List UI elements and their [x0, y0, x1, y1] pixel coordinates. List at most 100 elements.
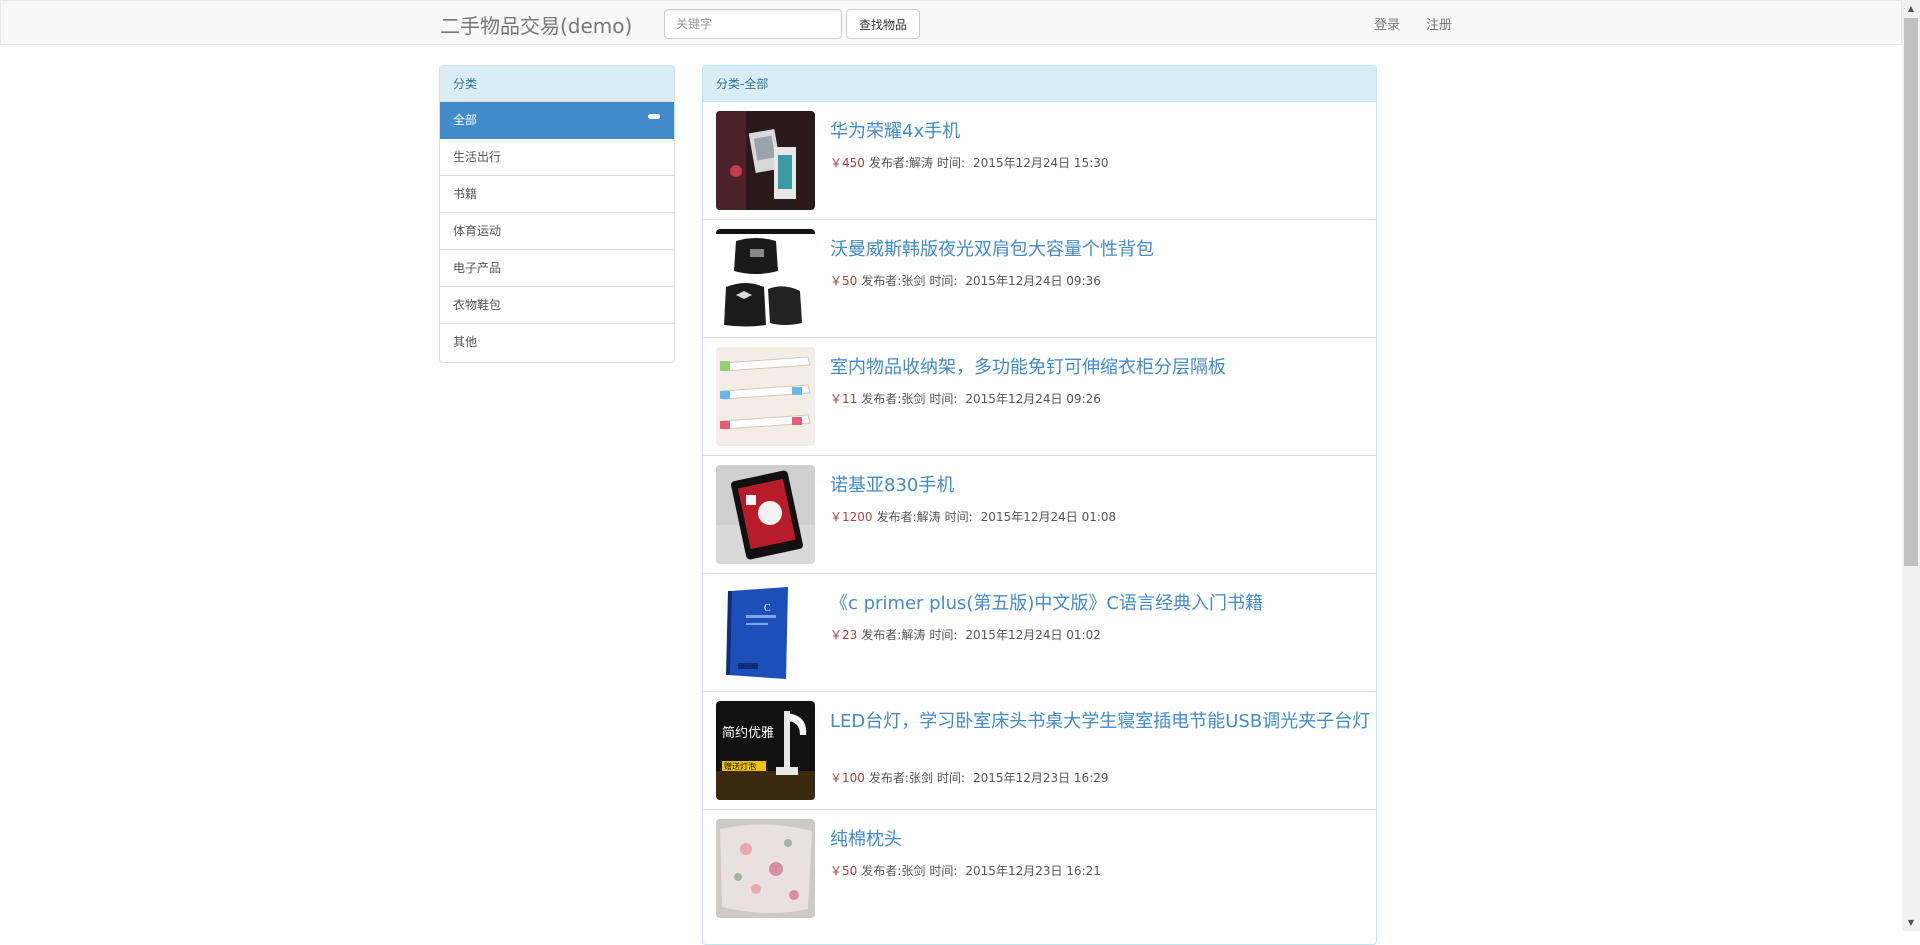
- login-link[interactable]: 登录: [1374, 14, 1400, 33]
- category-item-label: 其他: [453, 335, 478, 349]
- book-photo-icon[interactable]: C: [716, 583, 815, 682]
- item-title-link[interactable]: 华为荣耀4x手机: [830, 119, 1375, 144]
- item-price: 11: [842, 392, 858, 406]
- category-item-label: 生活出行: [453, 150, 502, 164]
- category-item-books[interactable]: 书籍: [440, 176, 674, 213]
- category-sidebar: 分类 全部 生活出行 书籍 体育运动 电子产品 衣物鞋包 其他: [439, 65, 675, 363]
- publisher-label: 发布者:: [861, 274, 902, 288]
- item-price: 100: [842, 771, 865, 785]
- item-time: 2015年12月24日 09:36: [965, 274, 1101, 288]
- time-label: 时间:: [944, 510, 973, 524]
- search-input[interactable]: [664, 9, 842, 39]
- item-time: 2015年12月23日 16:29: [973, 771, 1109, 785]
- item-title-link[interactable]: 纯棉枕头: [830, 827, 1375, 852]
- scroll-down-arrow-icon[interactable]: ▼: [1902, 914, 1920, 931]
- item-price: 50: [842, 274, 858, 288]
- category-item-electronics[interactable]: 电子产品: [440, 250, 674, 287]
- phone-photo-icon[interactable]: [716, 465, 815, 564]
- category-item-sports[interactable]: 体育运动: [440, 213, 674, 250]
- category-item-all[interactable]: 全部: [440, 102, 674, 139]
- phone-photo-icon[interactable]: [716, 111, 815, 210]
- item-time: 2015年12月24日 09:26: [965, 392, 1101, 406]
- time-label: 时间:: [936, 156, 966, 170]
- shelf-photo-icon[interactable]: [716, 347, 815, 446]
- time-label: 时间:: [936, 771, 966, 785]
- item-publisher: 张剑: [901, 274, 926, 288]
- currency-symbol: ￥: [830, 274, 843, 288]
- category-item-travel[interactable]: 生活出行: [440, 139, 674, 176]
- search-button[interactable]: 查找物品: [846, 9, 920, 39]
- time-label: 时间:: [929, 628, 958, 642]
- top-navbar: 二手物品交易(demo) 查找物品 登录 注册: [0, 0, 1902, 45]
- item-time: 2015年12月24日 15:30: [973, 156, 1109, 170]
- category-item-label: 衣物鞋包: [453, 298, 502, 312]
- item-meta: ￥1200 发布者:解涛 时间: 2015年12月24日 01:08: [830, 508, 1116, 525]
- backpack-photo-icon[interactable]: [716, 229, 815, 328]
- publisher-label: 发布者:: [861, 392, 902, 406]
- item-time: 2015年12月24日 01:02: [965, 628, 1101, 642]
- publisher-label: 发布者:: [861, 628, 902, 642]
- lamp-ad-text: 赠送灯泡: [724, 761, 756, 771]
- item-list-panel: 分类-全部 华为荣耀4x手机 ￥450 发布者:解涛 时间: 2015年12月24日 …: [702, 65, 1377, 945]
- item-meta: ￥23 发布者:解涛 时间: 2015年12月24日 01:02: [830, 626, 1101, 643]
- list-item: 华为荣耀4x手机 ￥450 发布者:解涛 时间: 2015年12月24日 15:30: [703, 102, 1376, 220]
- category-item-label: 全部: [453, 113, 478, 127]
- site-brand[interactable]: 二手物品交易(demo): [440, 10, 632, 39]
- item-price: 50: [842, 864, 858, 878]
- category-item-other[interactable]: 其他: [440, 324, 674, 361]
- pillow-photo-icon[interactable]: [716, 819, 815, 918]
- list-item: 沃曼威斯韩版夜光双肩包大容量个性背包 ￥50 发布者:张剑 时间: 2015年12月2…: [703, 220, 1376, 338]
- category-heading: 分类: [440, 66, 674, 102]
- page-scrollbar[interactable]: ▲ ▼: [1902, 0, 1920, 931]
- svg-text:C: C: [764, 603, 771, 614]
- item-meta: ￥450 发布者:解涛 时间: 2015年12月24日 15:30: [830, 154, 1109, 171]
- currency-symbol: ￥: [830, 864, 843, 878]
- publisher-label: 发布者:: [861, 864, 902, 878]
- list-item: C 《c primer plus(第五版)中文版》C语言经典入门书籍 ￥23 发布…: [703, 574, 1376, 692]
- item-meta: ￥11 发布者:张剑 时间: 2015年12月24日 09:26: [830, 390, 1101, 407]
- publisher-label: 发布者:: [868, 771, 909, 785]
- category-item-label: 书籍: [453, 187, 478, 201]
- item-title-link[interactable]: 诺基亚830手机: [830, 473, 1375, 498]
- currency-symbol: ￥: [830, 628, 843, 642]
- time-label: 时间:: [929, 392, 958, 406]
- currency-symbol: ￥: [830, 771, 843, 785]
- item-meta: ￥100 发布者:张剑 时间: 2015年12月23日 16:29: [830, 769, 1109, 786]
- scrollbar-thumb[interactable]: [1904, 18, 1918, 566]
- item-publisher: 解涛: [916, 510, 941, 524]
- publisher-label: 发布者:: [868, 156, 909, 170]
- category-item-label: 体育运动: [453, 224, 502, 238]
- category-item-clothing[interactable]: 衣物鞋包: [440, 287, 674, 324]
- currency-symbol: ￥: [830, 510, 843, 524]
- item-title-link[interactable]: 《c primer plus(第五版)中文版》C语言经典入门书籍: [830, 591, 1375, 616]
- item-time: 2015年12月23日 16:21: [965, 864, 1101, 878]
- item-publisher: 解涛: [901, 628, 926, 642]
- item-title-link[interactable]: LED台灯，学习卧室床头书桌大学生寝室插电节能USB调光夹子台灯: [830, 709, 1375, 734]
- item-meta: ￥50 发布者:张剑 时间: 2015年12月24日 09:36: [830, 272, 1101, 289]
- item-price: 23: [842, 628, 858, 642]
- currency-symbol: ￥: [830, 156, 843, 170]
- item-publisher: 张剑: [901, 392, 926, 406]
- item-title-link[interactable]: 室内物品收纳架，多功能免钉可伸缩衣柜分层隔板: [830, 355, 1375, 380]
- currency-symbol: ￥: [830, 392, 843, 406]
- publisher-label: 发布者:: [876, 510, 917, 524]
- register-link[interactable]: 注册: [1426, 14, 1452, 33]
- list-item: 简约优雅 赠送灯泡 LED台灯，学习卧室床头书桌大学生寝室插电节能USB调光夹子…: [703, 692, 1376, 810]
- lamp-ad-text: 简约优雅: [722, 725, 774, 741]
- item-time: 2015年12月24日 01:08: [980, 510, 1117, 524]
- item-publisher: 张剑: [908, 771, 933, 785]
- category-item-label: 电子产品: [453, 261, 502, 275]
- item-price: 450: [842, 156, 865, 170]
- list-item: 室内物品收纳架，多功能免钉可伸缩衣柜分层隔板 ￥11 发布者:张剑 时间: 2015年…: [703, 338, 1376, 456]
- lamp-photo-icon[interactable]: 简约优雅 赠送灯泡: [716, 701, 815, 800]
- item-publisher: 张剑: [901, 864, 926, 878]
- item-meta: ￥50 发布者:张剑 时间: 2015年12月23日 16:21: [830, 862, 1101, 879]
- time-label: 时间:: [929, 274, 958, 288]
- list-item: 纯棉枕头 ￥50 发布者:张剑 时间: 2015年12月23日 16:21: [703, 810, 1376, 928]
- scroll-up-arrow-icon[interactable]: ▲: [1902, 0, 1920, 17]
- list-item: 诺基亚830手机 ￥1200 发布者:解涛 时间: 2015年12月24日 01:08: [703, 456, 1376, 574]
- time-label: 时间:: [929, 864, 958, 878]
- item-list-heading: 分类-全部: [703, 66, 1376, 102]
- item-title-link[interactable]: 沃曼威斯韩版夜光双肩包大容量个性背包: [830, 237, 1375, 262]
- item-publisher: 解涛: [908, 156, 933, 170]
